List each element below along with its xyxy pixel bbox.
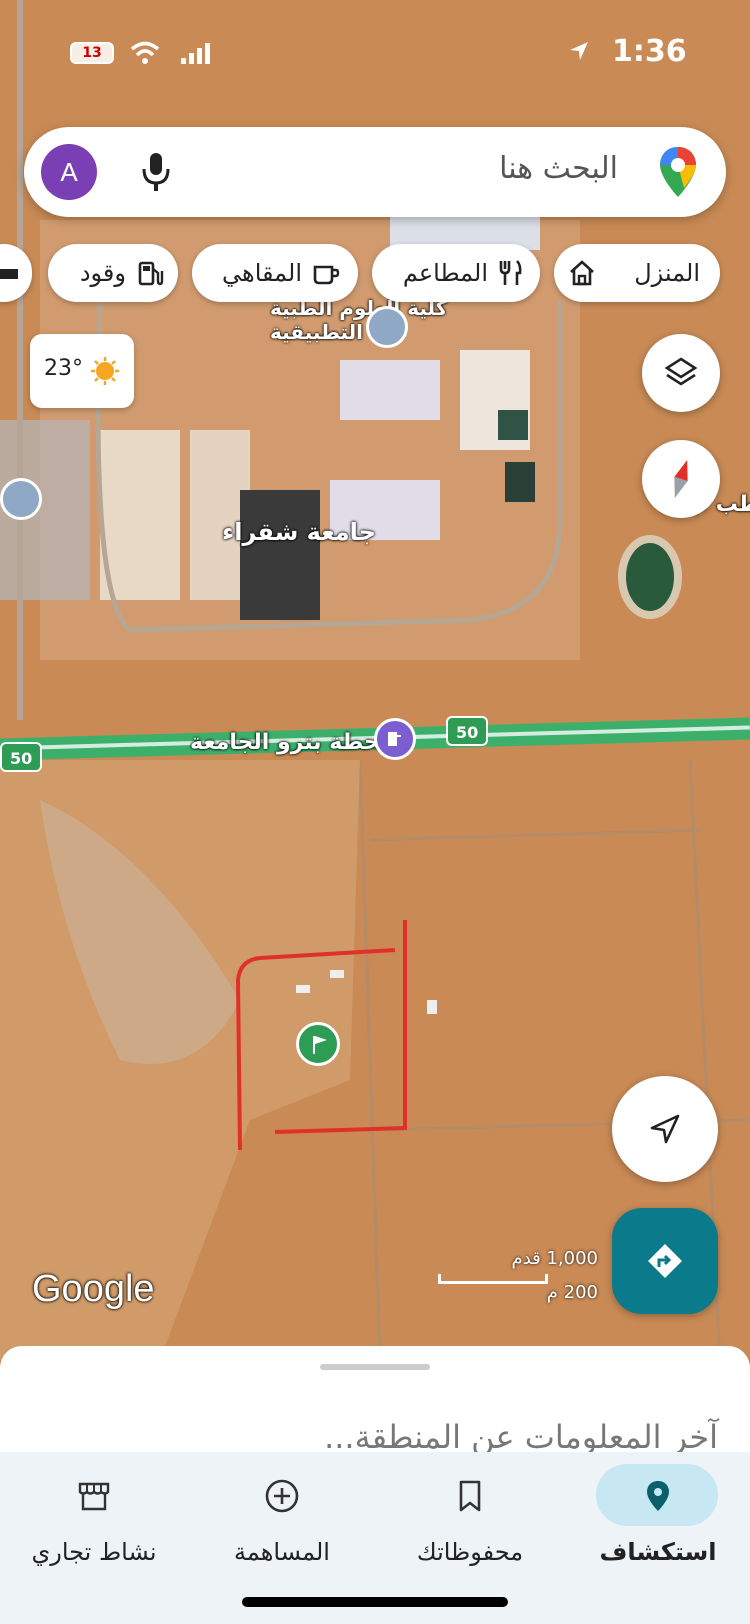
account-avatar[interactable]: A [41,144,97,200]
compass-icon [674,459,688,499]
chip-cafes[interactable]: المقاهي [192,244,358,302]
scale-line [438,1274,548,1284]
navigation-arrow-icon [650,1114,680,1144]
add-circle-icon [265,1479,299,1513]
chip-restaurants-label: المطاعم [402,259,488,287]
route-50-shield-left: 50 [0,742,43,772]
sheet-drag-handle[interactable] [320,1364,430,1370]
battery-icon: 13 [70,42,114,64]
chip-home-label: المنزل [634,259,700,287]
chip-fuel[interactable]: وقود [48,244,178,302]
home-icon [570,260,594,286]
chip-fuel-label: وقود [79,259,126,287]
map-label-gas-station[interactable]: محطة بترو الجامعة [190,730,393,755]
bookmark-icon [459,1480,481,1512]
map-label-college-line2[interactable]: التطبيقية [270,320,363,344]
chip-restaurants[interactable]: المطاعم [372,244,540,302]
tab-business[interactable]: نشاط تجاري [16,1452,203,1624]
college-poi-icon[interactable] [366,306,408,348]
chip-home[interactable]: المنزل [554,244,720,302]
tab-contribute-label: المساهمة [234,1538,330,1566]
scale-feet: 1,000 قدم [511,1248,598,1269]
layers-icon [664,357,698,386]
weather-badge[interactable]: 23° [30,334,134,408]
status-time: 1:36 [612,34,687,69]
tab-explore[interactable]: استكشاف [580,1452,750,1624]
my-location-button[interactable] [612,1076,718,1182]
latest-in-area-title: آخر المعلومات عن المنطقة... [324,1418,718,1456]
storefront-icon [78,1482,110,1511]
tab-saved-label: محفوظاتك [416,1538,524,1566]
layers-button[interactable] [642,334,720,412]
microphone-icon[interactable] [140,151,172,193]
status-bar: 13 1:36 [0,34,750,74]
fork-knife-icon [499,260,522,285]
hotel-bed-icon [0,269,18,279]
tab-explore-label: استكشاف [599,1538,717,1566]
chip-cafes-label: المقاهي [222,259,302,287]
coffee-cup-icon [313,265,340,285]
search-bar[interactable]: A البحث هنا [24,127,726,217]
home-indicator[interactable] [242,1597,508,1607]
cellular-signal-icon [181,43,210,64]
directions-icon [648,1244,682,1278]
location-pin-icon [647,1481,669,1511]
scale-bar: 1,000 قدم 200 م [438,1248,598,1308]
university-poi-icon[interactable] [0,478,42,520]
map-label-university[interactable]: جامعة شقراء [222,518,376,546]
dropped-pin-flag-icon[interactable] [296,1022,340,1066]
weather-temperature: 23° [44,356,83,381]
gas-station-poi-icon[interactable] [374,718,416,760]
scale-meters: 200 م [546,1282,598,1303]
google-logo: Google [32,1268,155,1310]
location-arrow-icon [570,42,588,60]
fuel-pump-icon [138,261,164,286]
compass-button[interactable] [642,440,720,518]
route-50-shield: 50 [446,716,489,746]
tab-business-label: نشاط تجاري [31,1538,157,1566]
search-input[interactable]: البحث هنا [499,151,618,186]
sun-icon [91,357,119,385]
directions-button[interactable] [612,1208,718,1314]
wifi-icon [130,41,160,64]
google-maps-pin-icon [660,147,696,197]
